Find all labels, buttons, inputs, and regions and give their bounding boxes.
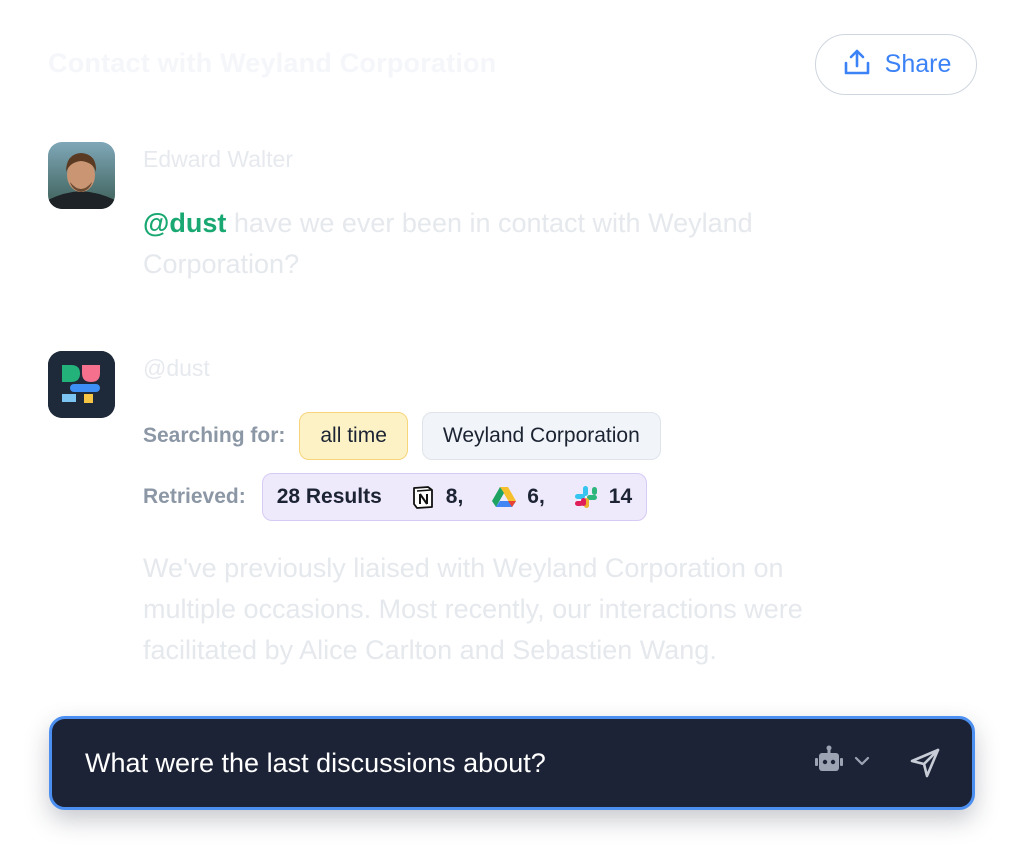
page-title: Contact with Weyland Corporation <box>48 48 497 78</box>
notion-count: 8, <box>445 485 464 508</box>
retrieved-label: Retrieved: <box>143 485 246 508</box>
google-drive-icon <box>491 484 517 510</box>
google-drive-count: 6, <box>527 485 545 508</box>
avatar <box>48 142 115 209</box>
share-button[interactable]: Share <box>815 34 977 95</box>
user-message-text: @dust have we ever been in contact with … <box>143 203 843 285</box>
agent-picker-button[interactable] <box>812 744 872 783</box>
chevron-down-icon <box>852 751 872 776</box>
send-icon[interactable] <box>908 746 942 780</box>
upload-icon <box>841 46 873 83</box>
notion-icon <box>410 484 436 510</box>
assistant-answer-text: We've previously liaised with Weyland Co… <box>143 553 803 665</box>
search-row: Searching for: all time Weyland Corporat… <box>143 412 661 460</box>
dust-logo <box>48 351 115 418</box>
message-composer[interactable]: What were the last discussions about? <box>49 716 975 810</box>
results-count: 28 Results <box>276 485 382 508</box>
message-input[interactable]: What were the last discussions about? <box>85 748 812 779</box>
retrieved-row: Retrieved: 28 Results 8, 6, 14 <box>143 473 648 521</box>
search-query-chip[interactable]: Weyland Corporation <box>421 412 661 460</box>
slack-icon <box>573 484 599 510</box>
slack-count: 14 <box>608 485 633 508</box>
assistant-author-name: @dust <box>143 355 210 381</box>
user-message-body: have we ever been in contact with Weylan… <box>143 208 753 279</box>
searching-label: Searching for: <box>143 424 286 447</box>
time-range-chip[interactable]: all time <box>299 412 408 460</box>
user-author-name: Edward Walter <box>143 146 293 172</box>
agent-mention[interactable]: @dust <box>143 208 226 238</box>
share-label: Share <box>884 50 952 78</box>
retrieved-results-chip[interactable]: 28 Results 8, 6, 14 <box>261 473 648 521</box>
robot-icon <box>812 744 846 783</box>
